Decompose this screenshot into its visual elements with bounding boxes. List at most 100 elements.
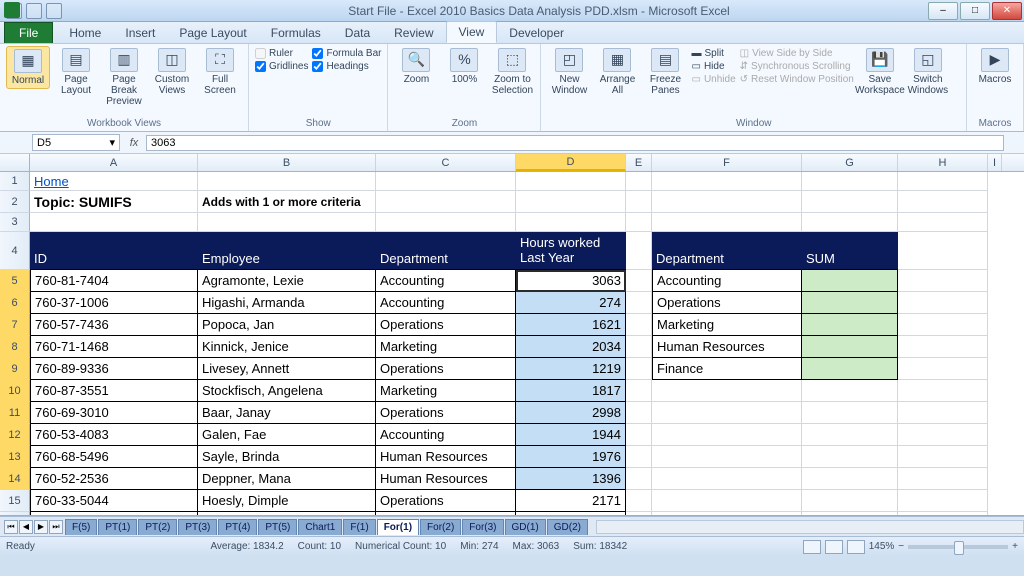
zoom-out-button[interactable]: − bbox=[898, 541, 904, 552]
zoom-slider[interactable] bbox=[908, 545, 1008, 549]
worksheet[interactable]: A B C D E F G H I 1 Home 2 Topic: SUMIFS… bbox=[0, 154, 1024, 516]
hdr-department[interactable]: Department bbox=[376, 232, 516, 270]
cell-D12[interactable]: 1944 bbox=[516, 424, 626, 446]
cell-A12[interactable]: 760-53-4083 bbox=[30, 424, 198, 446]
normal-view-button[interactable]: ▦Normal bbox=[6, 46, 50, 89]
freeze-panes-button[interactable]: ▤Freeze Panes bbox=[643, 46, 687, 98]
cell-C13[interactable]: Human Resources bbox=[376, 446, 516, 468]
hdr-sum[interactable]: SUM bbox=[802, 232, 898, 270]
hdr-department2[interactable]: Department bbox=[652, 232, 802, 270]
zoom-in-button[interactable]: + bbox=[1012, 541, 1018, 552]
cell-G7[interactable] bbox=[802, 314, 898, 336]
cell-F8[interactable]: Human Resources bbox=[652, 336, 802, 358]
cell-D11[interactable]: 2998 bbox=[516, 402, 626, 424]
horizontal-scrollbar[interactable] bbox=[596, 520, 1024, 534]
row-3[interactable]: 3 bbox=[0, 213, 30, 232]
cell-A6[interactable]: 760-37-1006 bbox=[30, 292, 198, 314]
ruler-checkbox[interactable]: Ruler bbox=[255, 48, 308, 59]
cell-A5[interactable]: 760-81-7404 bbox=[30, 270, 198, 292]
cell-B15[interactable]: Hoesly, Dimple bbox=[198, 490, 376, 512]
cell-C11[interactable]: Operations bbox=[376, 402, 516, 424]
cell-G5[interactable] bbox=[802, 270, 898, 292]
cell-B14[interactable]: Deppner, Mana bbox=[198, 468, 376, 490]
unhide-button[interactable]: ▭ Unhide bbox=[691, 74, 735, 85]
headings-checkbox[interactable]: Headings bbox=[312, 61, 381, 72]
cell-A7[interactable]: 760-57-7436 bbox=[30, 314, 198, 336]
cell-D8[interactable]: 2034 bbox=[516, 336, 626, 358]
col-E[interactable]: E bbox=[626, 154, 652, 171]
hdr-id[interactable]: ID bbox=[30, 232, 198, 270]
tab-home[interactable]: Home bbox=[57, 23, 113, 43]
hdr-employee[interactable]: Employee bbox=[198, 232, 376, 270]
formulabar-checkbox[interactable]: Formula Bar bbox=[312, 48, 381, 59]
cell-B8[interactable]: Kinnick, Jenice bbox=[198, 336, 376, 358]
row-15[interactable]: 15 bbox=[0, 490, 30, 512]
cell-A14[interactable]: 760-52-2536 bbox=[30, 468, 198, 490]
col-G[interactable]: G bbox=[802, 154, 898, 171]
save-workspace-button[interactable]: 💾Save Workspace bbox=[858, 46, 902, 98]
hide-button[interactable]: ▭ Hide bbox=[691, 61, 735, 72]
cell-F7[interactable]: Marketing bbox=[652, 314, 802, 336]
row-11[interactable]: 11 bbox=[0, 402, 30, 424]
tab-view[interactable]: View bbox=[446, 21, 498, 43]
row-10[interactable]: 10 bbox=[0, 380, 30, 402]
cell-B2[interactable]: Adds with 1 or more criteria bbox=[198, 191, 376, 213]
formula-bar[interactable]: 3063 bbox=[146, 135, 1004, 151]
cell-D10[interactable]: 1817 bbox=[516, 380, 626, 402]
sheet-tab-PT(3)[interactable]: PT(3) bbox=[178, 519, 217, 535]
sheet-nav-last[interactable]: ⏭ bbox=[49, 520, 63, 534]
cell-C16[interactable]: Human Resources bbox=[376, 512, 516, 516]
cell-C5[interactable]: Accounting bbox=[376, 270, 516, 292]
chevron-down-icon[interactable]: ▾ bbox=[109, 136, 115, 149]
minimize-button[interactable]: – bbox=[928, 2, 958, 20]
cell-F5[interactable]: Accounting bbox=[652, 270, 802, 292]
cell-C12[interactable]: Accounting bbox=[376, 424, 516, 446]
sheet-nav-next[interactable]: ▶ bbox=[34, 520, 48, 534]
full-screen-button[interactable]: ⛶Full Screen bbox=[198, 46, 242, 98]
col-A[interactable]: A bbox=[30, 154, 198, 171]
cell-G6[interactable] bbox=[802, 292, 898, 314]
sheet-tab-Chart1[interactable]: Chart1 bbox=[298, 519, 342, 535]
view-normal-icon[interactable] bbox=[803, 540, 821, 554]
gridlines-checkbox[interactable]: Gridlines bbox=[255, 61, 308, 72]
cell-D5[interactable]: 3063 bbox=[516, 270, 626, 292]
row-14[interactable]: 14 bbox=[0, 468, 30, 490]
tab-insert[interactable]: Insert bbox=[113, 23, 167, 43]
cell-B11[interactable]: Baar, Janay bbox=[198, 402, 376, 424]
zoom-button[interactable]: 🔍Zoom bbox=[394, 46, 438, 87]
page-break-button[interactable]: ▥Page Break Preview bbox=[102, 46, 146, 109]
cell-A15[interactable]: 760-33-5044 bbox=[30, 490, 198, 512]
sheet-tab-PT(4)[interactable]: PT(4) bbox=[218, 519, 257, 535]
cell-A9[interactable]: 760-89-9336 bbox=[30, 358, 198, 380]
sheet-tab-PT(1)[interactable]: PT(1) bbox=[98, 519, 137, 535]
sheet-tab-PT(5)[interactable]: PT(5) bbox=[258, 519, 297, 535]
cell-C10[interactable]: Marketing bbox=[376, 380, 516, 402]
cell-B13[interactable]: Sayle, Brinda bbox=[198, 446, 376, 468]
tab-review[interactable]: Review bbox=[382, 23, 445, 43]
cell-A10[interactable]: 760-87-3551 bbox=[30, 380, 198, 402]
cell-C14[interactable]: Human Resources bbox=[376, 468, 516, 490]
cell-A2[interactable]: Topic: SUMIFS bbox=[30, 191, 198, 213]
macros-button[interactable]: ▶Macros bbox=[973, 46, 1017, 87]
row-9[interactable]: 9 bbox=[0, 358, 30, 380]
row-4[interactable]: 4 bbox=[0, 232, 30, 270]
cell-D6[interactable]: 274 bbox=[516, 292, 626, 314]
cell-F9[interactable]: Finance bbox=[652, 358, 802, 380]
cell-G8[interactable] bbox=[802, 336, 898, 358]
view-pagelayout-icon[interactable] bbox=[825, 540, 843, 554]
col-B[interactable]: B bbox=[198, 154, 376, 171]
sheet-nav-prev[interactable]: ◀ bbox=[19, 520, 33, 534]
new-window-button[interactable]: ◰New Window bbox=[547, 46, 591, 98]
tab-formulas[interactable]: Formulas bbox=[259, 23, 333, 43]
page-layout-button[interactable]: ▤Page Layout bbox=[54, 46, 98, 98]
cell-B1[interactable] bbox=[198, 172, 376, 191]
sheet-tab-F(1)[interactable]: F(1) bbox=[343, 519, 375, 535]
row-6[interactable]: 6 bbox=[0, 292, 30, 314]
split-button[interactable]: ▬ Split bbox=[691, 48, 735, 59]
cell-D9[interactable]: 1219 bbox=[516, 358, 626, 380]
cell-D15[interactable]: 2171 bbox=[516, 490, 626, 512]
col-D[interactable]: D bbox=[516, 154, 626, 171]
sheet-tab-GD(1)[interactable]: GD(1) bbox=[505, 519, 546, 535]
custom-views-button[interactable]: ◫Custom Views bbox=[150, 46, 194, 98]
cell-B10[interactable]: Stockfisch, Angelena bbox=[198, 380, 376, 402]
